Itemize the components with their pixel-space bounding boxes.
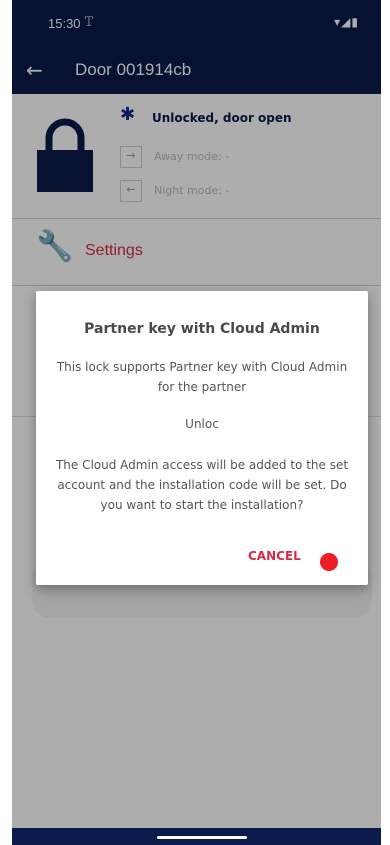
app-screen: 15:30 𝚃 ▾◢▮ ← Door 001914cb ✱ Unlocked, … [12,0,381,845]
dialog-text-support: This lock supports Partner key with Clou… [56,360,348,394]
partner-key-dialog: Partner key with Cloud Admin This lock s… [36,291,368,585]
cancel-button[interactable]: CANCEL [248,549,301,563]
dialog-text-installation: The Cloud Admin access will be added to … [55,458,349,512]
ok-button-cursor-dot[interactable] [320,553,338,571]
navigation-bar [12,828,381,845]
dialog-title: Partner key with Cloud Admin [84,321,320,337]
dialog-text-partner: Unloc [185,417,219,431]
home-handle[interactable] [157,836,247,839]
